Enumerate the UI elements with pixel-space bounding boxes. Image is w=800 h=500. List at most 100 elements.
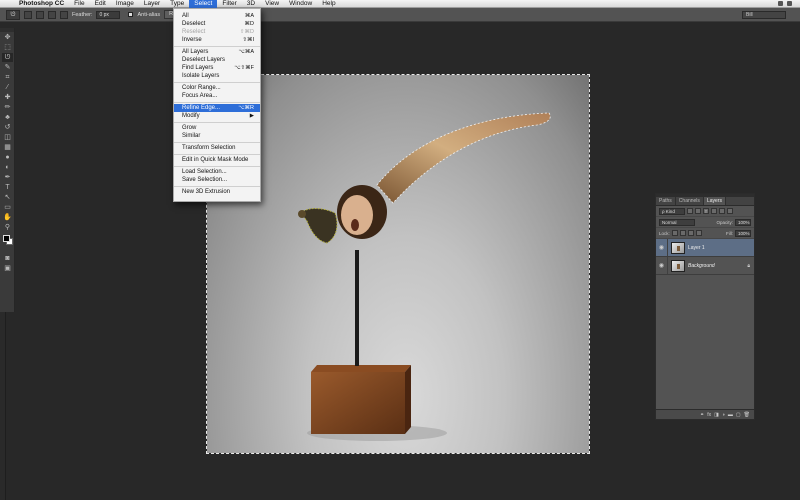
menu-item-label: Transform Selection <box>182 145 236 151</box>
menu-help[interactable]: Help <box>317 0 340 8</box>
subtract-selection-icon[interactable] <box>48 10 56 19</box>
tab-layers[interactable]: Layers <box>703 197 726 205</box>
layer-thumbnail[interactable] <box>671 259 685 272</box>
menu-item-load-selection[interactable]: Load Selection... <box>174 168 260 176</box>
zoom-icon[interactable]: ⚲ <box>2 223 13 232</box>
layer-thumbnail[interactable] <box>671 241 685 254</box>
document-canvas[interactable] <box>206 74 590 454</box>
feather-input[interactable]: 0 px <box>96 10 121 19</box>
layer-row[interactable]: ◉ Background 🔒︎ <box>656 257 754 275</box>
menu-file[interactable]: File <box>69 0 89 8</box>
adjustment-icon[interactable]: ◑ <box>722 412 725 418</box>
link-icon[interactable]: ⚭ <box>700 412 704 418</box>
eraser-icon[interactable]: ◫ <box>2 133 13 142</box>
menu-layer[interactable]: Layer <box>139 0 165 8</box>
fill-input[interactable]: 100% <box>735 229 751 237</box>
layer-row[interactable]: ◉ Layer 1 <box>656 239 754 257</box>
new-selection-icon[interactable] <box>24 10 32 19</box>
menu-item-inverse[interactable]: Inverse ⇧⌘I <box>174 36 260 44</box>
path-select-icon[interactable]: ↖ <box>2 193 13 202</box>
quick-select-icon[interactable]: ✎ <box>2 63 13 72</box>
menu-view[interactable]: View <box>260 0 284 8</box>
workspace-select[interactable]: Bill <box>742 11 786 19</box>
menu-edit[interactable]: Edit <box>90 0 111 8</box>
menu-select[interactable]: Select <box>189 0 218 8</box>
mask-icon[interactable]: ◨ <box>714 412 719 418</box>
color-swatches[interactable] <box>2 234 13 252</box>
menu-item-refine-edge[interactable]: Refine Edge... ⌥⌘R <box>174 104 260 112</box>
smart-filter-icon[interactable] <box>719 208 725 214</box>
menu-item-deselect[interactable]: Deselect ⌘D <box>174 20 260 28</box>
tab-paths[interactable]: Paths <box>656 197 676 205</box>
menu-item-find-layers[interactable]: Find Layers ⌥⇧⌘F <box>174 64 260 72</box>
antialias-checkbox[interactable] <box>128 12 134 17</box>
brush-icon[interactable]: ✏ <box>2 103 13 112</box>
hand-icon[interactable]: ✋ <box>2 213 13 222</box>
intersect-selection-icon[interactable] <box>60 10 68 19</box>
tab-channels[interactable]: Channels <box>676 197 704 205</box>
toolbox-grip[interactable] <box>0 28 14 32</box>
lock-position-icon[interactable] <box>687 230 694 236</box>
shape-filter-icon[interactable] <box>711 208 717 214</box>
search-icon[interactable] <box>787 1 792 6</box>
quick-mask-icon[interactable]: ◙ <box>2 254 13 263</box>
kind-filter-select[interactable]: ρ Kind <box>659 207 685 215</box>
history-brush-icon[interactable]: ↺ <box>2 123 13 132</box>
trash-icon[interactable]: 🗑︎ <box>744 412 750 418</box>
pixel-filter-icon[interactable] <box>687 208 693 214</box>
healing-icon[interactable]: ✚ <box>2 93 13 102</box>
gradient-icon[interactable]: ▦ <box>2 143 13 152</box>
dodge-icon[interactable]: ◐ <box>2 163 13 172</box>
lock-icon: 🔒︎ <box>747 262 750 269</box>
menu-item-grow[interactable]: Grow <box>174 124 260 132</box>
move-icon[interactable]: ✥ <box>2 33 13 42</box>
lock-pixels-icon[interactable] <box>679 230 686 236</box>
blur-icon[interactable]: ● <box>2 153 13 162</box>
type-icon[interactable]: T <box>2 183 13 192</box>
lock-transparent-icon[interactable] <box>671 230 678 236</box>
eye-icon[interactable]: ◉ <box>656 257 668 274</box>
menu-item-all-layers[interactable]: All Layers ⌥⌘A <box>174 48 260 56</box>
lasso-tool-preset-icon[interactable]: ᘎ <box>6 9 20 20</box>
type-filter-icon[interactable]: T <box>703 208 709 214</box>
blend-mode-select[interactable]: Normal <box>659 218 695 226</box>
foreground-color[interactable] <box>3 235 10 242</box>
screen-mode-icon[interactable]: ▣ <box>2 264 13 273</box>
menu-window[interactable]: Window <box>284 0 317 8</box>
menu-3d[interactable]: 3D <box>242 0 260 8</box>
adjustment-filter-icon[interactable] <box>695 208 701 214</box>
lock-all-icon[interactable] <box>695 230 702 236</box>
eyedropper-icon[interactable]: ⁄ <box>2 83 13 92</box>
menu-type[interactable]: Type <box>165 0 189 8</box>
layer-name[interactable]: Background <box>688 263 747 269</box>
menu-item-transform-selection[interactable]: Transform Selection <box>174 144 260 152</box>
menu-item-edit-in-quick-mask-mode[interactable]: Edit in Quick Mask Mode <box>174 156 260 164</box>
new-layer-icon[interactable]: ▢ <box>736 412 741 418</box>
menu-item-similar[interactable]: Similar <box>174 132 260 140</box>
menu-item-all[interactable]: All ⌘A <box>174 12 260 20</box>
eye-icon[interactable]: ◉ <box>656 239 668 256</box>
menu-item-color-range[interactable]: Color Range... <box>174 84 260 92</box>
stamp-icon[interactable]: ♣ <box>2 113 13 122</box>
menu-item-isolate-layers[interactable]: Isolate Layers <box>174 72 260 80</box>
menu-filter[interactable]: Filter <box>217 0 241 8</box>
pen-icon[interactable]: ✒ <box>2 173 13 182</box>
add-selection-icon[interactable] <box>36 10 44 19</box>
menu-item-focus-area[interactable]: Focus Area... <box>174 92 260 100</box>
lasso-icon[interactable]: ᘎ <box>2 53 13 62</box>
filter-toggle-icon[interactable] <box>727 208 733 214</box>
marquee-icon[interactable]: ⬚ <box>2 43 13 52</box>
fx-icon[interactable]: fx <box>707 412 711 418</box>
crop-icon[interactable]: ⌗ <box>2 73 13 82</box>
menu-photoshop-cc[interactable]: Photoshop CC <box>14 0 69 8</box>
menu-item-deselect-layers[interactable]: Deselect Layers <box>174 56 260 64</box>
menu-image[interactable]: Image <box>111 0 139 8</box>
opacity-input[interactable]: 100% <box>735 218 751 226</box>
menu-item-modify[interactable]: Modify ▶ <box>174 112 260 120</box>
layer-name[interactable]: Layer 1 <box>688 245 754 251</box>
shape-icon[interactable]: ▭ <box>2 203 13 212</box>
menu-item-new-3d-extrusion[interactable]: New 3D Extrusion <box>174 188 260 196</box>
menu-item-save-selection[interactable]: Save Selection... <box>174 176 260 184</box>
group-icon[interactable]: ▬ <box>728 412 733 418</box>
status-icon[interactable] <box>778 1 783 6</box>
